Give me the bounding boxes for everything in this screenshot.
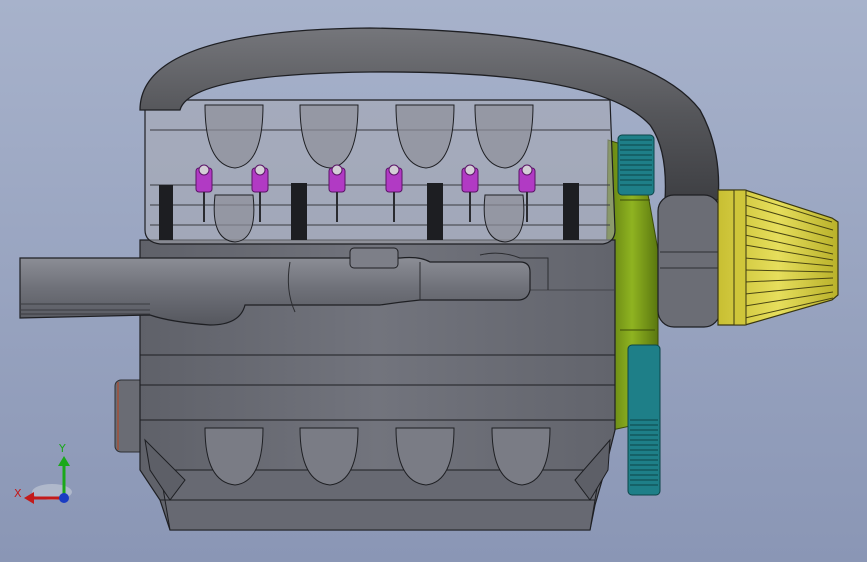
engine-model-view[interactable] xyxy=(0,0,867,562)
filter-coupler[interactable] xyxy=(657,194,721,328)
timing-gear-lower[interactable] xyxy=(627,344,661,496)
timing-gear-upper[interactable] xyxy=(617,134,655,196)
triad-y-label: Y xyxy=(59,442,66,455)
triad-x-label: X xyxy=(14,487,22,500)
triad-z-axis xyxy=(59,493,69,503)
graphics-viewport[interactable]: Y X xyxy=(0,0,867,562)
